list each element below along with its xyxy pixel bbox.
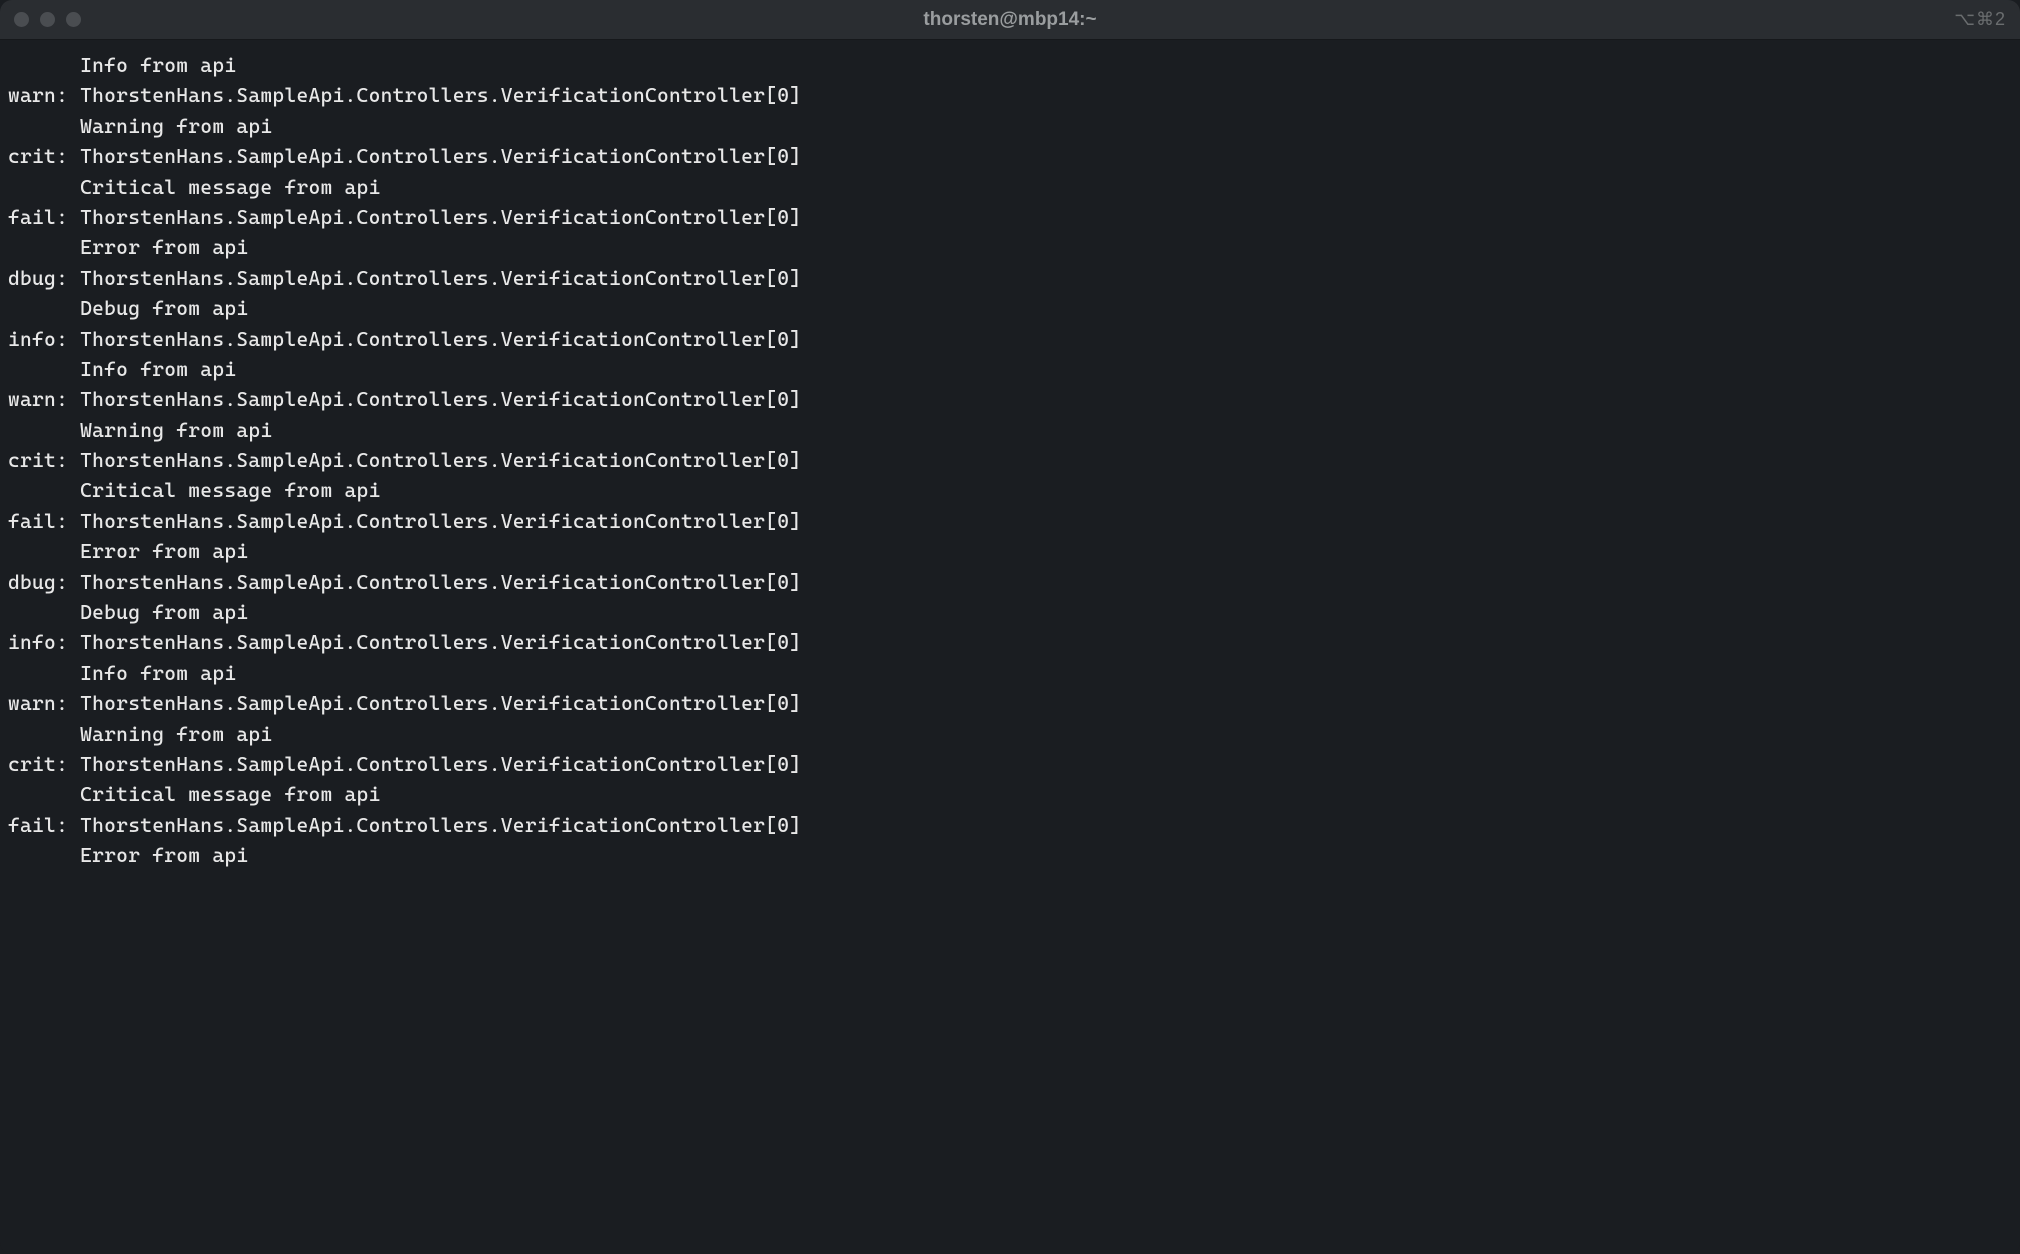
log-text: ThorstenHans.SampleApi.Controllers.Verif… xyxy=(80,266,801,290)
log-prefix xyxy=(8,478,80,502)
log-line: crit: ThorstenHans.SampleApi.Controllers… xyxy=(8,749,2012,779)
log-text: ThorstenHans.SampleApi.Controllers.Verif… xyxy=(80,630,801,654)
log-line: Critical message from api xyxy=(8,172,2012,202)
log-line: crit: ThorstenHans.SampleApi.Controllers… xyxy=(8,141,2012,171)
log-text: Warning from api xyxy=(80,722,272,746)
log-text: Debug from api xyxy=(80,600,248,624)
traffic-lights xyxy=(14,12,81,27)
shortcut-indicator: ⌥⌘2 xyxy=(1954,9,2006,30)
log-line: fail: ThorstenHans.SampleApi.Controllers… xyxy=(8,506,2012,536)
log-text: Error from api xyxy=(80,539,248,563)
window-title: thorsten@mbp14:~ xyxy=(923,9,1096,31)
minimize-icon[interactable] xyxy=(40,12,55,27)
log-prefix xyxy=(8,661,80,685)
log-prefix xyxy=(8,114,80,138)
log-prefix: dbug: xyxy=(8,570,80,594)
log-text: Info from api xyxy=(80,53,236,77)
log-prefix: fail: xyxy=(8,205,80,229)
log-text: ThorstenHans.SampleApi.Controllers.Verif… xyxy=(80,509,801,533)
log-prefix: fail: xyxy=(8,813,80,837)
log-line: Warning from api xyxy=(8,111,2012,141)
log-line: dbug: ThorstenHans.SampleApi.Controllers… xyxy=(8,263,2012,293)
log-text: ThorstenHans.SampleApi.Controllers.Verif… xyxy=(80,327,801,351)
log-prefix: warn: xyxy=(8,83,80,107)
log-text: ThorstenHans.SampleApi.Controllers.Verif… xyxy=(80,570,801,594)
log-line: Error from api xyxy=(8,840,2012,870)
log-prefix xyxy=(8,357,80,381)
log-text: Debug from api xyxy=(80,296,248,320)
log-text: Error from api xyxy=(80,235,248,259)
log-prefix: info: xyxy=(8,327,80,351)
log-prefix: warn: xyxy=(8,387,80,411)
log-prefix xyxy=(8,296,80,320)
log-prefix xyxy=(8,782,80,806)
log-line: warn: ThorstenHans.SampleApi.Controllers… xyxy=(8,80,2012,110)
close-icon[interactable] xyxy=(14,12,29,27)
log-text: ThorstenHans.SampleApi.Controllers.Verif… xyxy=(80,205,801,229)
log-line: warn: ThorstenHans.SampleApi.Controllers… xyxy=(8,384,2012,414)
maximize-icon[interactable] xyxy=(66,12,81,27)
log-prefix xyxy=(8,418,80,442)
log-line: Debug from api xyxy=(8,597,2012,627)
log-prefix xyxy=(8,843,80,867)
log-line: Error from api xyxy=(8,232,2012,262)
log-prefix xyxy=(8,175,80,199)
terminal-window: thorsten@mbp14:~ ⌥⌘2 Info from apiwarn: … xyxy=(0,0,2020,1254)
log-line: Error from api xyxy=(8,536,2012,566)
log-line: Debug from api xyxy=(8,293,2012,323)
log-text: Critical message from api xyxy=(80,175,380,199)
log-line: Warning from api xyxy=(8,415,2012,445)
log-text: Warning from api xyxy=(80,114,272,138)
log-text: ThorstenHans.SampleApi.Controllers.Verif… xyxy=(80,691,801,715)
log-text: Info from api xyxy=(80,661,236,685)
log-prefix: fail: xyxy=(8,509,80,533)
log-line: dbug: ThorstenHans.SampleApi.Controllers… xyxy=(8,567,2012,597)
log-line: Warning from api xyxy=(8,719,2012,749)
log-text: Warning from api xyxy=(80,418,272,442)
log-text: ThorstenHans.SampleApi.Controllers.Verif… xyxy=(80,83,801,107)
log-line: info: ThorstenHans.SampleApi.Controllers… xyxy=(8,324,2012,354)
log-prefix: info: xyxy=(8,630,80,654)
log-line: info: ThorstenHans.SampleApi.Controllers… xyxy=(8,627,2012,657)
log-text: ThorstenHans.SampleApi.Controllers.Verif… xyxy=(80,387,801,411)
log-prefix: crit: xyxy=(8,144,80,168)
log-line: warn: ThorstenHans.SampleApi.Controllers… xyxy=(8,688,2012,718)
log-prefix xyxy=(8,600,80,624)
log-prefix xyxy=(8,722,80,746)
log-line: Critical message from api xyxy=(8,475,2012,505)
log-text: ThorstenHans.SampleApi.Controllers.Verif… xyxy=(80,144,801,168)
titlebar[interactable]: thorsten@mbp14:~ ⌥⌘2 xyxy=(0,0,2020,40)
log-line: Info from api xyxy=(8,658,2012,688)
log-text: Critical message from api xyxy=(80,782,380,806)
log-line: Critical message from api xyxy=(8,779,2012,809)
terminal-output[interactable]: Info from apiwarn: ThorstenHans.SampleAp… xyxy=(0,40,2020,1254)
log-line: Info from api xyxy=(8,50,2012,80)
log-prefix: dbug: xyxy=(8,266,80,290)
log-prefix xyxy=(8,539,80,563)
log-prefix xyxy=(8,235,80,259)
log-text: ThorstenHans.SampleApi.Controllers.Verif… xyxy=(80,752,801,776)
log-text: ThorstenHans.SampleApi.Controllers.Verif… xyxy=(80,448,801,472)
log-line: fail: ThorstenHans.SampleApi.Controllers… xyxy=(8,810,2012,840)
log-line: crit: ThorstenHans.SampleApi.Controllers… xyxy=(8,445,2012,475)
log-prefix: warn: xyxy=(8,691,80,715)
log-prefix xyxy=(8,53,80,77)
log-text: ThorstenHans.SampleApi.Controllers.Verif… xyxy=(80,813,801,837)
log-line: Info from api xyxy=(8,354,2012,384)
log-text: Critical message from api xyxy=(80,478,380,502)
log-text: Info from api xyxy=(80,357,236,381)
log-text: Error from api xyxy=(80,843,248,867)
log-prefix: crit: xyxy=(8,448,80,472)
log-prefix: crit: xyxy=(8,752,80,776)
log-line: fail: ThorstenHans.SampleApi.Controllers… xyxy=(8,202,2012,232)
